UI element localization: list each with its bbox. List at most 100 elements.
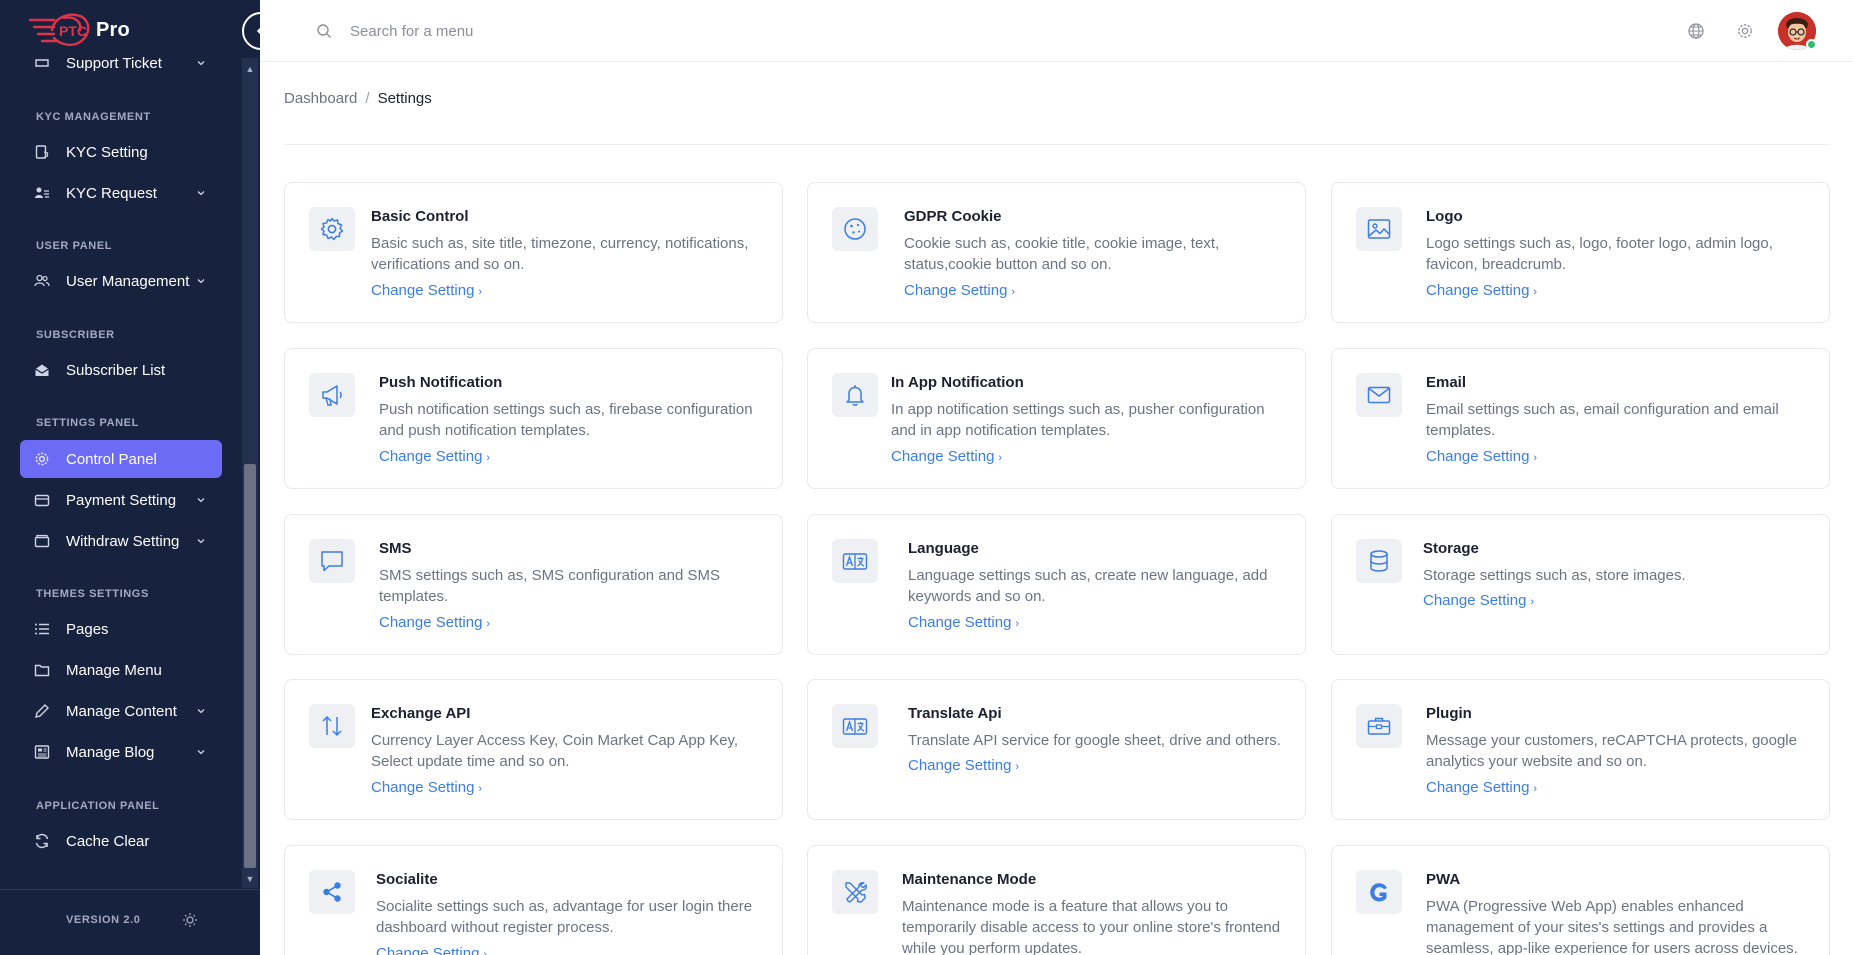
sidebar-item-payment-setting[interactable]: Payment Setting xyxy=(20,481,222,519)
search-icon xyxy=(317,24,331,38)
chevron-right-icon: › xyxy=(1015,761,1020,773)
change-setting-link[interactable]: Change Setting › xyxy=(908,757,1019,774)
search-input[interactable] xyxy=(350,16,750,46)
breadcrumb-dashboard[interactable]: Dashboard xyxy=(284,90,357,107)
change-setting-link[interactable]: Change Setting › xyxy=(1426,448,1537,465)
card-description: Push notification settings such as, fire… xyxy=(379,401,753,439)
brand-name: Pro xyxy=(96,18,130,41)
sidebar-item-label: Manage Menu xyxy=(66,661,162,679)
pencil-icon xyxy=(34,703,50,719)
settings-card-basic-control: Basic Control Basic such as, site title,… xyxy=(284,182,783,323)
chevron-right-icon: › xyxy=(478,783,483,795)
sidebar-item-control-panel[interactable]: Control Panel xyxy=(20,440,222,478)
card-description: Email settings such as, email configurat… xyxy=(1426,401,1779,439)
chevron-down-icon xyxy=(197,191,205,196)
online-status-indicator xyxy=(1806,39,1817,50)
chevron-down-icon xyxy=(197,750,205,755)
translate-icon xyxy=(832,704,878,748)
change-setting-link[interactable]: Change Setting › xyxy=(904,282,1015,299)
sidebar-item-withdraw-setting[interactable]: Withdraw Setting xyxy=(20,522,222,560)
change-setting-link[interactable]: Change Setting › xyxy=(371,282,482,299)
sidebar-item-kyc-request[interactable]: KYC Request xyxy=(20,174,222,212)
sidebar-item-label: Pages xyxy=(66,620,109,638)
sun-icon[interactable] xyxy=(182,912,198,928)
mail-icon xyxy=(1356,373,1402,417)
change-setting-link[interactable]: Change Setting › xyxy=(379,448,490,465)
folder-icon xyxy=(34,662,50,678)
topbar xyxy=(260,0,1853,62)
gear-icon[interactable] xyxy=(1736,22,1754,40)
chat-icon xyxy=(309,539,355,583)
change-setting-link[interactable]: Change Setting › xyxy=(1426,282,1537,299)
megaphone-icon xyxy=(309,373,355,417)
settings-card-maintenance-mode: Maintenance Mode Maintenance mode is a f… xyxy=(807,845,1306,955)
sidebar-item-label: Manage Blog xyxy=(66,743,155,761)
link-label: Change Setting xyxy=(376,945,480,955)
bell-icon xyxy=(832,373,878,417)
divider xyxy=(284,144,1830,145)
sidebar-item-manage-menu[interactable]: Manage Menu xyxy=(20,651,222,689)
gear-icon xyxy=(309,207,355,251)
sidebar-item-manage-blog[interactable]: Manage Blog xyxy=(20,733,222,771)
link-label: Change Setting xyxy=(1426,282,1530,299)
collapse-left-icon xyxy=(256,27,260,35)
scroll-down-icon[interactable]: ▼ xyxy=(244,872,256,886)
chevron-down-icon xyxy=(197,498,205,503)
change-setting-link[interactable]: Change Setting › xyxy=(371,779,482,796)
change-setting-link[interactable]: Change Setting › xyxy=(1423,592,1534,609)
tools-icon xyxy=(832,870,878,914)
sidebar-scroll-thumb[interactable] xyxy=(244,464,256,868)
change-setting-link[interactable]: Change Setting › xyxy=(908,614,1019,631)
chevron-right-icon: › xyxy=(1015,618,1020,630)
chevron-down-icon xyxy=(197,539,205,544)
card-description: Language settings such as, create new la… xyxy=(908,567,1268,605)
gear-icon xyxy=(34,451,50,467)
sidebar-item-kyc-setting[interactable]: KYC Setting xyxy=(20,133,222,171)
scroll-up-icon[interactable]: ▲ xyxy=(244,62,256,76)
pwa-icon xyxy=(1356,870,1402,914)
card-title: Translate Api xyxy=(908,705,1002,722)
chevron-right-icon: › xyxy=(478,286,483,298)
change-setting-link[interactable]: Change Setting › xyxy=(1426,779,1537,796)
change-setting-link[interactable]: Change Setting › xyxy=(376,945,487,955)
sidebar-item-label: Manage Content xyxy=(66,702,177,720)
breadcrumb-current: Settings xyxy=(377,90,432,107)
chevron-right-icon: › xyxy=(1533,286,1538,298)
globe-icon[interactable] xyxy=(1687,22,1705,40)
sidebar-item-cache-clear[interactable]: Cache Clear xyxy=(20,822,222,860)
card-description: Socialite settings such as, advantage fo… xyxy=(376,898,753,936)
card-title: GDPR Cookie xyxy=(904,208,1002,225)
change-setting-link[interactable]: Change Setting › xyxy=(891,448,1002,465)
section-label-themes-settings: THEMES SETTINGS xyxy=(36,588,149,600)
link-label: Change Setting xyxy=(1423,592,1527,609)
change-setting-link[interactable]: Change Setting › xyxy=(379,614,490,631)
sidebar-item-subscriber-list[interactable]: Subscriber List xyxy=(20,351,222,389)
breadcrumb: Dashboard / Settings xyxy=(284,90,432,107)
user-list-icon xyxy=(34,185,50,201)
sidebar-item-label: Withdraw Setting xyxy=(66,532,180,550)
section-label-subscriber: SUBSCRIBER xyxy=(36,329,115,341)
sidebar-collapse-button[interactable] xyxy=(242,12,260,50)
section-label-kyc: KYC MANAGEMENT xyxy=(36,111,151,123)
chevron-down-icon xyxy=(197,709,205,714)
link-label: Change Setting xyxy=(379,614,483,631)
card-description: Basic such as, site title, timezone, cur… xyxy=(371,235,749,273)
sidebar-item-support-ticket[interactable]: Support Ticket xyxy=(20,44,222,82)
card-title: Logo xyxy=(1426,208,1463,225)
card-title: Exchange API xyxy=(371,705,471,722)
database-icon xyxy=(1356,539,1402,583)
sidebar-item-pages[interactable]: Pages xyxy=(20,610,222,648)
sidebar-footer: VERSION 2.0 xyxy=(0,889,260,955)
image-icon xyxy=(1356,207,1402,251)
chevron-right-icon: › xyxy=(998,452,1003,464)
link-label: Change Setting xyxy=(891,448,995,465)
file-shield-icon xyxy=(34,144,50,160)
settings-card-gdpr-cookie: GDPR Cookie Cookie such as, cookie title… xyxy=(807,182,1306,323)
sidebar-item-user-management[interactable]: User Management xyxy=(20,262,222,300)
settings-card-email: Email Email settings such as, email conf… xyxy=(1331,348,1830,489)
logo-mark-text: PTC xyxy=(59,23,87,39)
sidebar-item-manage-content[interactable]: Manage Content xyxy=(20,692,222,730)
sidebar: PTC Pro Support Ticket KYC MANAGEMENT KY… xyxy=(0,0,260,955)
settings-card-pwa: PWA PWA (Progressive Web App) enables en… xyxy=(1331,845,1830,955)
card-title: PWA xyxy=(1426,871,1461,888)
